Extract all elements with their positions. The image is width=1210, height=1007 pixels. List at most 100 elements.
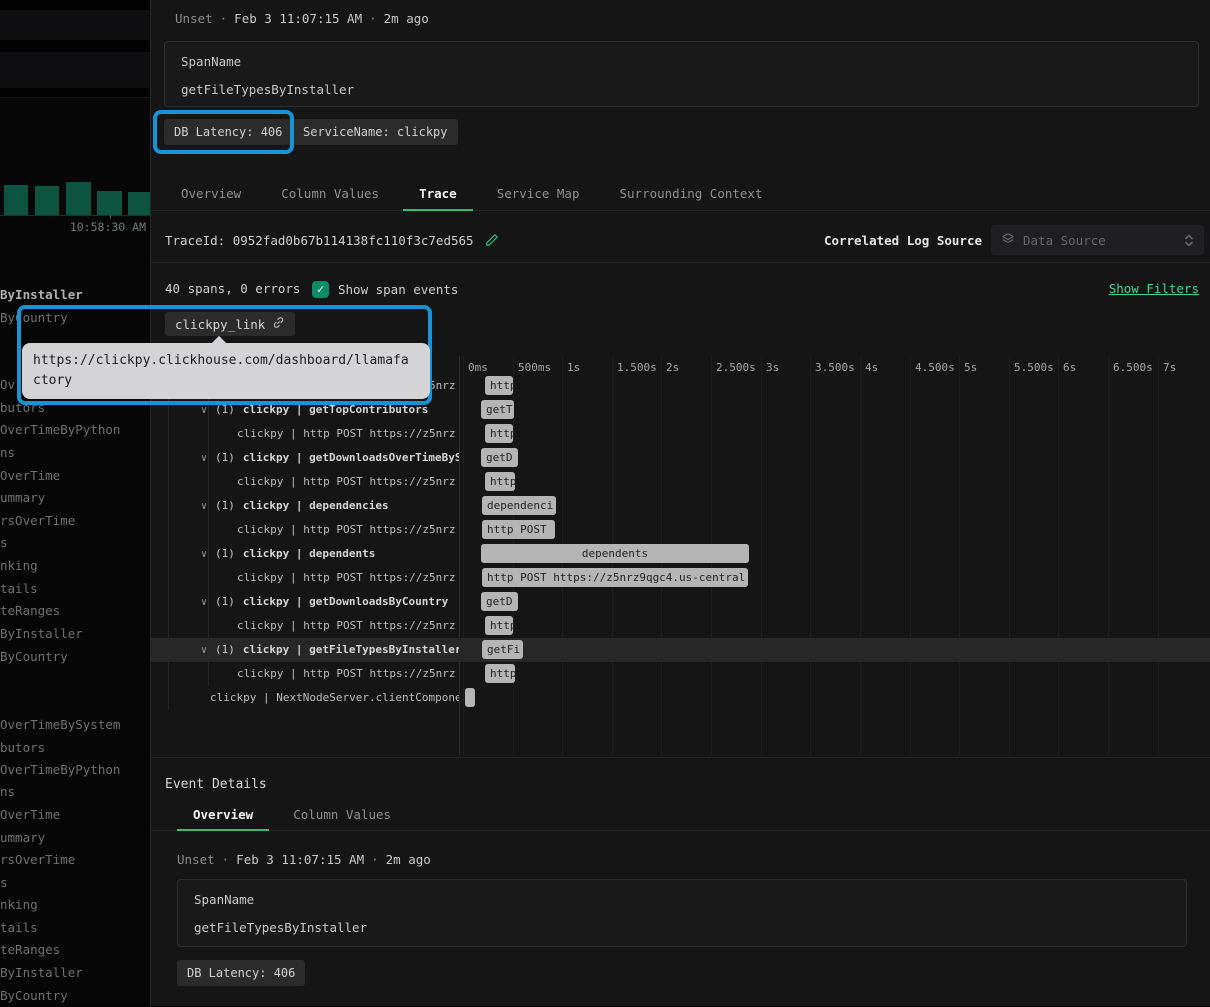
service-name-badge[interactable]: ServiceName: clickpy — [293, 119, 458, 145]
span-row[interactable]: clickpy | http POST https://z5nrz http P… — [151, 518, 1210, 542]
span-count: (1) — [215, 595, 235, 608]
divider — [151, 262, 1210, 263]
span-header: Unset·Feb 3 11:07:15 AM·2m ago — [175, 11, 429, 26]
tab-item[interactable]: Column Values — [265, 178, 395, 210]
span-name-value: getFileTypesByInstaller — [181, 82, 1182, 97]
chevron-down-icon[interactable]: ∨ — [201, 405, 207, 416]
span-row[interactable]: ∨(1)clickpy | getFileTypesByInstaller ge… — [151, 638, 1210, 662]
spans-summary: 40 spans, 0 errors — [165, 281, 300, 296]
list-item[interactable]: rsOverTime — [0, 510, 150, 532]
span-row[interactable]: clickpy | NextNodeServer.clientCompone — [151, 686, 1210, 710]
tooltip-url-line2: ctory — [33, 371, 419, 391]
span-name: clickpy | http POST https://z5nrz — [237, 475, 456, 488]
show-span-events-checkbox[interactable]: ✓ — [312, 281, 329, 298]
span-duration-bar[interactable]: http — [485, 424, 513, 443]
list-item[interactable]: ByCountry — [0, 646, 150, 668]
status-label: Unset — [175, 11, 213, 26]
span-row[interactable]: clickpy | http POST https://z5nrz http — [151, 614, 1210, 638]
chevron-down-icon[interactable]: ∨ — [201, 501, 207, 512]
show-span-events-label[interactable]: Show span events — [338, 282, 458, 297]
background-band — [0, 88, 150, 97]
list-item[interactable]: ummary — [0, 487, 150, 509]
tab-item[interactable]: Overview — [177, 800, 269, 830]
list-item[interactable]: OverTimeByPython — [0, 759, 150, 781]
span-duration-bar[interactable]: getFi — [482, 640, 523, 659]
list-item[interactable]: s — [0, 872, 150, 894]
span-row-label: clickpy | http POST https://z5nrz — [151, 470, 459, 494]
tooltip-url-line1: https://clickpy.clickhouse.com/dashboard… — [33, 351, 419, 371]
tab-item[interactable]: Service Map — [481, 178, 596, 210]
span-duration-bar[interactable]: http POST — [482, 520, 555, 539]
span-duration-bar[interactable]: getD — [481, 592, 518, 611]
separator: · — [213, 11, 235, 26]
span-duration-bar[interactable]: http — [485, 616, 513, 635]
list-item[interactable]: ns — [0, 781, 150, 803]
list-item[interactable]: OverTimeBySystem — [0, 714, 150, 736]
chevron-down-icon[interactable]: ∨ — [201, 645, 207, 656]
span-duration-bar[interactable]: http POST https://z5nrz9qgc4.us-central — [482, 568, 748, 587]
list-item[interactable]: tails — [0, 578, 150, 600]
list-item[interactable]: OverTime — [0, 804, 150, 826]
list-item[interactable]: s — [0, 532, 150, 554]
list-item[interactable]: ByInstaller — [0, 623, 150, 645]
span-row-label: ∨(1)clickpy | dependents — [151, 542, 459, 566]
span-row[interactable]: ∨(1)clickpy | dependents dependents — [151, 542, 1210, 566]
span-row[interactable]: clickpy | http POST https://z5nrz http — [151, 470, 1210, 494]
span-duration-bar[interactable]: http — [485, 664, 515, 683]
background-band — [0, 0, 150, 10]
span-count: (1) — [215, 499, 235, 512]
histogram-bar — [66, 182, 91, 215]
span-row-label: clickpy | http POST https://z5nrz — [151, 662, 459, 686]
list-item[interactable]: ByInstaller — [0, 962, 150, 984]
chevron-down-icon[interactable]: ∨ — [201, 453, 207, 464]
list-item[interactable]: OverTime — [0, 465, 150, 487]
tab-item[interactable]: Column Values — [277, 800, 407, 830]
span-duration-bar[interactable]: getD — [481, 448, 518, 467]
list-item[interactable]: nking — [0, 555, 150, 577]
span-row[interactable]: clickpy | http POST https://z5nrz http — [151, 422, 1210, 446]
chevron-down-icon[interactable]: ∨ — [201, 549, 207, 560]
edit-pencil-icon[interactable] — [485, 232, 499, 251]
span-duration-bar[interactable]: http — [485, 376, 513, 395]
tab-item[interactable]: Surrounding Context — [604, 178, 779, 210]
time-axis-label: 5.500s — [1014, 361, 1054, 374]
list-item[interactable]: nking — [0, 894, 150, 916]
span-row[interactable]: clickpy | http POST https://z5nrz http P… — [151, 566, 1210, 590]
time-axis-label: 2.500s — [716, 361, 756, 374]
tab-item[interactable]: Overview — [165, 178, 257, 210]
chevron-down-icon[interactable]: ∨ — [201, 597, 207, 608]
separator: · — [364, 852, 386, 867]
list-item[interactable]: ns — [0, 442, 150, 464]
span-duration-bar[interactable]: getT — [481, 400, 514, 419]
list-item[interactable]: ByInstaller — [0, 284, 150, 306]
tab-item[interactable]: Trace — [403, 178, 473, 210]
time-axis-label: 4.500s — [915, 361, 955, 374]
status-label: Unset — [177, 852, 215, 867]
span-duration-bar[interactable]: http — [485, 472, 515, 491]
span-row[interactable]: ∨(1)clickpy | getDownloadsByCountry getD — [151, 590, 1210, 614]
list-item[interactable]: rsOverTime — [0, 849, 150, 871]
list-item[interactable]: teRanges — [0, 939, 150, 961]
db-latency-badge[interactable]: DB Latency: 406 — [177, 960, 305, 986]
background-band — [0, 97, 150, 161]
span-duration-bar[interactable] — [465, 688, 475, 707]
list-item[interactable]: teRanges — [0, 600, 150, 622]
list-item[interactable]: butors — [0, 737, 150, 759]
span-duration-bar[interactable]: dependenci — [482, 496, 556, 515]
list-item[interactable]: OverTimeByPython — [0, 419, 150, 441]
span-name: clickpy | http POST https://z5nrz — [237, 523, 456, 536]
list-item[interactable]: ByCountry — [0, 985, 150, 1007]
list-item[interactable]: ummary — [0, 827, 150, 849]
span-row[interactable]: ∨(1)clickpy | getDownloadsOverTimeByS ge… — [151, 446, 1210, 470]
show-filters-link[interactable]: Show Filters — [1109, 281, 1199, 296]
span-duration-bar[interactable]: dependents — [481, 544, 749, 563]
span-row-label: ∨(1)clickpy | getDownloadsByCountry — [151, 590, 459, 614]
list-item[interactable]: tails — [0, 917, 150, 939]
span-row[interactable]: clickpy | http POST https://z5nrz http — [151, 662, 1210, 686]
data-source-select[interactable]: Data Source — [991, 225, 1204, 255]
correlated-log-source-label: Correlated Log Source — [824, 233, 982, 248]
histogram-bar — [4, 185, 28, 215]
time-axis-label: 5s — [964, 361, 977, 374]
span-row[interactable]: ∨(1)clickpy | dependencies dependenci — [151, 494, 1210, 518]
span-row-label: ∨(1)clickpy | getDownloadsOverTimeByS — [151, 446, 459, 470]
